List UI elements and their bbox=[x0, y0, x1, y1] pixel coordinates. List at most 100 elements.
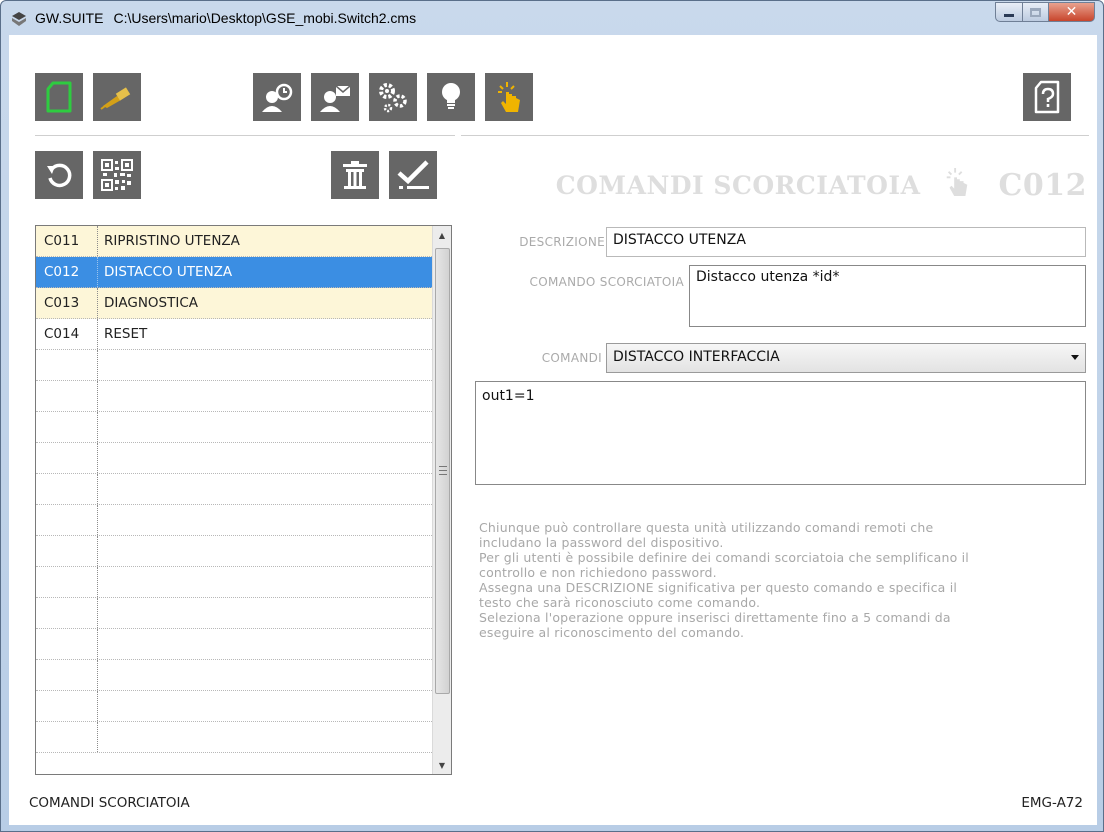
toolbar-divider bbox=[461, 135, 1089, 136]
empty-row[interactable] bbox=[36, 443, 432, 474]
section-title: COMANDI SCORCIATOIA C012 bbox=[556, 165, 1087, 205]
maximize-icon bbox=[1030, 7, 1041, 17]
row-name bbox=[98, 350, 432, 380]
user-time-icon bbox=[262, 83, 293, 112]
toolbar-divider bbox=[35, 135, 455, 136]
row-code bbox=[36, 443, 98, 473]
row-name: RESET bbox=[104, 326, 148, 342]
row-code: C013 bbox=[36, 288, 98, 318]
row-code bbox=[36, 412, 98, 442]
empty-row[interactable] bbox=[36, 505, 432, 536]
user-mail-icon bbox=[320, 85, 351, 112]
file-path: C:\Users\mario\Desktop\GSE_mobi.Switch2.… bbox=[113, 10, 417, 26]
empty-row[interactable] bbox=[36, 691, 432, 722]
empty-row[interactable] bbox=[36, 474, 432, 505]
row-code bbox=[36, 722, 98, 752]
empty-row[interactable] bbox=[36, 567, 432, 598]
row-name: DIAGNOSTICA bbox=[104, 295, 199, 311]
help-text: Chiunque può controllare questa unità ut… bbox=[479, 520, 1089, 640]
comandi-selected: DISTACCO INTERFACCIA bbox=[613, 349, 780, 365]
row-code: C011 bbox=[36, 226, 98, 256]
touch-hand-icon bbox=[498, 82, 520, 112]
descrizione-label: DESCRIZIONE bbox=[519, 235, 605, 249]
row-code bbox=[36, 536, 98, 566]
descrizione-field[interactable]: DISTACCO UTENZA bbox=[606, 227, 1086, 257]
row-name bbox=[98, 691, 432, 721]
empty-row[interactable] bbox=[36, 722, 432, 753]
comandi-dropdown[interactable]: DISTACCO INTERFACCIA bbox=[606, 343, 1086, 373]
row-code: C014 bbox=[36, 319, 98, 349]
row-name bbox=[98, 660, 432, 690]
section-title-text: COMANDI SCORCIATOIA bbox=[555, 170, 921, 200]
empty-row[interactable] bbox=[36, 536, 432, 567]
row-code: C012 bbox=[36, 257, 98, 287]
row-name: RIPRISTINO UTENZA bbox=[104, 233, 240, 249]
scroll-thumb[interactable] bbox=[435, 248, 450, 694]
table-row[interactable]: C012 DISTACCO UTENZA bbox=[36, 257, 432, 288]
app-name: GW.SUITE bbox=[35, 10, 104, 26]
row-code bbox=[36, 381, 98, 411]
scroll-down-button[interactable]: ▼ bbox=[433, 756, 451, 774]
empty-row[interactable] bbox=[36, 629, 432, 660]
empty-row[interactable] bbox=[36, 350, 432, 381]
row-code bbox=[36, 629, 98, 659]
user-mail-button[interactable] bbox=[311, 73, 359, 121]
app-window: GW.SUITE C:\Users\mario\Desktop\GSE_mobi.… bbox=[0, 0, 1104, 832]
row-name bbox=[98, 567, 432, 597]
row-name bbox=[98, 629, 432, 659]
qr-code-button[interactable] bbox=[93, 151, 141, 199]
touch-hand-button[interactable] bbox=[485, 73, 533, 121]
status-section: COMANDI SCORCIATOIA bbox=[29, 795, 190, 811]
row-name bbox=[98, 474, 432, 504]
usb-connect-button[interactable] bbox=[93, 73, 141, 121]
table-row[interactable]: C013 DIAGNOSTICA bbox=[36, 288, 432, 319]
row-code bbox=[36, 660, 98, 690]
command-code: C012 bbox=[998, 167, 1087, 203]
usb-connect-icon bbox=[100, 87, 131, 110]
empty-row[interactable] bbox=[36, 412, 432, 443]
lightbulb-button[interactable] bbox=[427, 73, 475, 121]
empty-row[interactable] bbox=[36, 660, 432, 691]
user-time-button[interactable] bbox=[253, 73, 301, 121]
list-scrollbar[interactable]: ▲ ▼ bbox=[432, 226, 451, 774]
table-row[interactable]: C014 RESET bbox=[36, 319, 432, 350]
empty-row[interactable] bbox=[36, 381, 432, 412]
close-button[interactable]: ✕ bbox=[1049, 2, 1095, 22]
scroll-up-button[interactable]: ▲ bbox=[433, 226, 451, 244]
table-row[interactable]: C011 RIPRISTINO UTENZA bbox=[36, 226, 432, 257]
reset-icon bbox=[47, 163, 72, 188]
minimize-button[interactable] bbox=[995, 2, 1023, 22]
chevron-down-icon bbox=[1071, 355, 1079, 360]
row-code bbox=[36, 598, 98, 628]
window-controls: ✕ bbox=[995, 2, 1095, 22]
checkmark-icon bbox=[397, 160, 429, 189]
row-name bbox=[98, 536, 432, 566]
delete-button[interactable] bbox=[331, 151, 379, 199]
scroll-up-icon: ▲ bbox=[438, 230, 446, 240]
row-code bbox=[36, 567, 98, 597]
close-icon: ✕ bbox=[1065, 4, 1078, 20]
scroll-grip-icon bbox=[439, 466, 447, 475]
new-file-icon bbox=[46, 81, 72, 113]
title-bar[interactable]: GW.SUITE C:\Users\mario\Desktop\GSE_mobi.… bbox=[1, 1, 1103, 35]
row-code bbox=[36, 691, 98, 721]
reset-button[interactable] bbox=[35, 151, 83, 199]
command-list[interactable]: C011 RIPRISTINO UTENZA C012 DISTACCO UTENZA… bbox=[35, 225, 452, 775]
row-name bbox=[98, 598, 432, 628]
row-name: DISTACCO UTENZA bbox=[104, 264, 233, 280]
settings-button[interactable] bbox=[369, 73, 417, 121]
status-device: EMG-A72 bbox=[1021, 795, 1083, 811]
help-button[interactable] bbox=[1023, 73, 1071, 121]
row-code bbox=[36, 474, 98, 504]
new-file-button[interactable] bbox=[35, 73, 83, 121]
commands-textarea[interactable]: out1=1 bbox=[475, 381, 1086, 485]
row-name bbox=[98, 412, 432, 442]
comandi-label: COMANDI bbox=[541, 351, 602, 365]
empty-row[interactable] bbox=[36, 598, 432, 629]
comando-scorciatoia-input[interactable]: Distacco utenza *id* bbox=[689, 265, 1086, 327]
settings-gears-icon bbox=[379, 83, 407, 113]
row-name bbox=[98, 505, 432, 535]
confirm-button[interactable] bbox=[389, 151, 437, 199]
maximize-button[interactable] bbox=[1023, 2, 1049, 22]
row-code bbox=[36, 505, 98, 535]
